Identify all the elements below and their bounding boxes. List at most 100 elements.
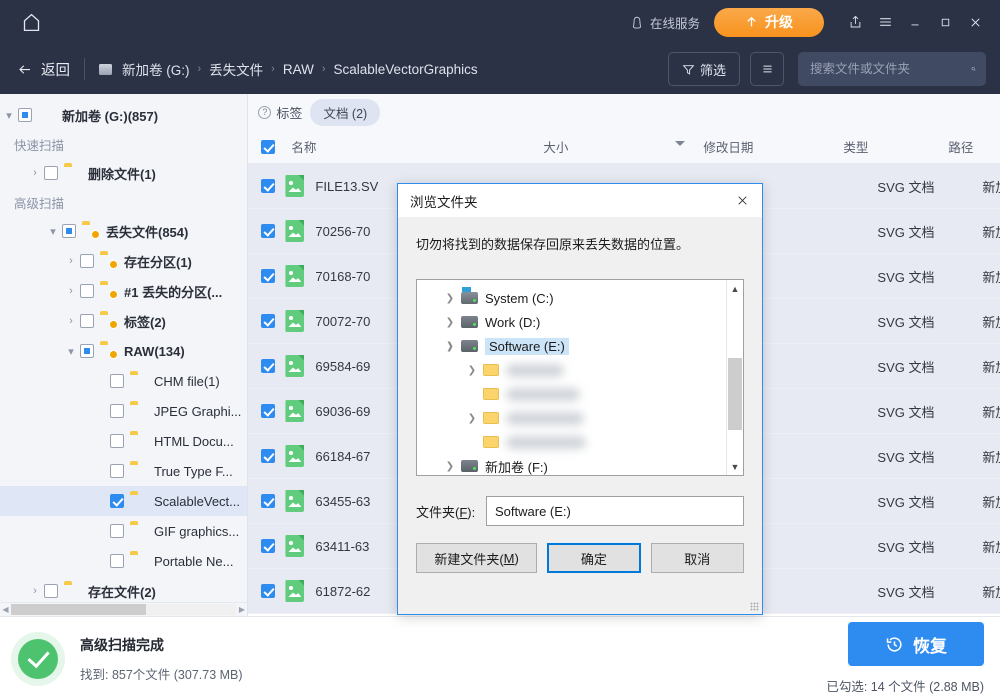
tree-node-deleted-files[interactable]: › 删除文件(1) bbox=[0, 158, 247, 188]
resize-grip-icon[interactable] bbox=[750, 602, 759, 611]
question-icon[interactable]: ? bbox=[258, 106, 271, 119]
checkbox-lost-partition[interactable] bbox=[80, 284, 94, 298]
scroll-right-icon[interactable]: ▶ bbox=[236, 605, 247, 614]
tree-node-existing-partition[interactable]: › 存在分区(1) bbox=[0, 246, 247, 276]
new-folder-button[interactable]: 新建文件夹(M) bbox=[416, 543, 537, 573]
tree-node-existing-files[interactable]: › 存在文件(2) bbox=[0, 576, 247, 602]
chevron-down-icon[interactable]: ▾ bbox=[44, 225, 62, 238]
tree-node-lost-files[interactable]: ▾ 丢失文件(854) bbox=[0, 216, 247, 246]
checkbox-lost-files[interactable] bbox=[62, 224, 76, 238]
checkbox-png[interactable] bbox=[110, 554, 124, 568]
scrollbar-thumb[interactable] bbox=[11, 604, 146, 615]
breadcrumb-item-2[interactable]: RAW bbox=[279, 60, 318, 79]
breadcrumb-item-1[interactable]: 丢失文件 bbox=[205, 57, 267, 81]
tree-node-chm[interactable]: CHM file(1) bbox=[0, 366, 247, 396]
folder-node-redacted-3[interactable]: ❯ bbox=[417, 406, 743, 430]
chevron-right-icon[interactable]: ❯ bbox=[461, 413, 483, 424]
folder-node-work-d[interactable]: ❯ Work (D:) bbox=[417, 310, 743, 334]
chevron-right-icon[interactable]: › bbox=[62, 285, 80, 297]
tree-node-jpeg[interactable]: JPEG Graphi... bbox=[0, 396, 247, 426]
select-all-checkbox[interactable] bbox=[261, 140, 275, 154]
tree-node-html[interactable]: HTML Docu... bbox=[0, 426, 247, 456]
row-checkbox[interactable] bbox=[261, 404, 275, 418]
search-icon[interactable] bbox=[971, 61, 976, 77]
checkbox-deleted-files[interactable] bbox=[44, 166, 58, 180]
chevron-down-icon[interactable]: ▾ bbox=[0, 109, 18, 122]
row-checkbox[interactable] bbox=[261, 224, 275, 238]
row-checkbox[interactable] bbox=[261, 584, 275, 598]
scrollbar-track[interactable] bbox=[11, 604, 236, 615]
tab-documents[interactable]: 文档 (2) bbox=[310, 99, 380, 126]
cancel-button[interactable]: 取消 bbox=[651, 543, 744, 573]
chevron-down-icon[interactable]: ▾ bbox=[62, 345, 80, 358]
scrollbar-thumb[interactable] bbox=[728, 358, 742, 430]
folder-node-volume-f[interactable]: ❯ 新加卷 (F:) bbox=[417, 454, 743, 476]
tree-node-gif[interactable]: GIF graphics... bbox=[0, 516, 247, 546]
chevron-right-icon[interactable]: › bbox=[62, 255, 80, 267]
column-header-size[interactable]: 大小 bbox=[543, 137, 703, 156]
tree-node-root[interactable]: ▾ 新加卷 (G:)(857) bbox=[0, 100, 247, 130]
row-checkbox[interactable] bbox=[261, 494, 275, 508]
scroll-up-icon[interactable]: ▲ bbox=[727, 280, 743, 297]
ok-button[interactable]: 确定 bbox=[547, 543, 640, 573]
checkbox-html[interactable] bbox=[110, 434, 124, 448]
search-box[interactable] bbox=[798, 52, 986, 86]
minimize-button[interactable] bbox=[900, 7, 930, 37]
checkbox-jpeg[interactable] bbox=[110, 404, 124, 418]
row-checkbox[interactable] bbox=[261, 269, 275, 283]
folder-node-redacted-2[interactable] bbox=[417, 382, 743, 406]
tree-node-truetype[interactable]: True Type F... bbox=[0, 456, 247, 486]
chevron-right-icon[interactable]: › bbox=[26, 167, 44, 179]
checkbox-tags[interactable] bbox=[80, 314, 94, 328]
chevron-down-icon[interactable]: ❱ bbox=[439, 341, 461, 352]
share-icon[interactable] bbox=[840, 7, 870, 37]
chevron-right-icon[interactable]: ❯ bbox=[461, 365, 483, 376]
row-checkbox[interactable] bbox=[261, 449, 275, 463]
online-service-button[interactable]: 在线服务 bbox=[630, 13, 700, 32]
chevron-right-icon[interactable]: › bbox=[62, 315, 80, 327]
column-header-name[interactable]: 名称 bbox=[281, 137, 543, 156]
column-header-path[interactable]: 路径 bbox=[948, 137, 1000, 156]
chevron-right-icon[interactable]: ❯ bbox=[439, 317, 461, 328]
upgrade-button[interactable]: 升级 bbox=[714, 8, 824, 37]
tree-node-raw[interactable]: ▾ RAW(134) bbox=[0, 336, 247, 366]
filter-button[interactable]: 筛选 bbox=[668, 52, 740, 86]
checkbox-truetype[interactable] bbox=[110, 464, 124, 478]
tree-node-tags[interactable]: › 标签(2) bbox=[0, 306, 247, 336]
search-input[interactable] bbox=[810, 62, 971, 76]
sort-descending-icon[interactable] bbox=[675, 141, 685, 146]
chevron-right-icon[interactable]: › bbox=[26, 585, 44, 597]
column-header-type[interactable]: 类型 bbox=[843, 137, 948, 156]
checkbox-gif[interactable] bbox=[110, 524, 124, 538]
breadcrumb-item-3[interactable]: ScalableVectorGraphics bbox=[330, 60, 482, 79]
view-list-button[interactable] bbox=[750, 52, 784, 86]
checkbox-existing-partition[interactable] bbox=[80, 254, 94, 268]
folder-node-redacted-1[interactable]: ❯ bbox=[417, 358, 743, 382]
row-checkbox[interactable] bbox=[261, 539, 275, 553]
folder-node-redacted-4[interactable] bbox=[417, 430, 743, 454]
checkbox-existing-files[interactable] bbox=[44, 584, 58, 598]
chevron-right-icon[interactable]: ❯ bbox=[439, 293, 461, 304]
dialog-tree-scrollbar[interactable]: ▲ ▼ bbox=[726, 280, 743, 475]
tree-node-scalablevector[interactable]: ScalableVect... bbox=[0, 486, 247, 516]
folder-tree-box[interactable]: ❯ System (C:) ❯ Work (D:) ❱ Software (E:… bbox=[416, 279, 744, 476]
scroll-down-icon[interactable]: ▼ bbox=[727, 458, 743, 475]
row-checkbox[interactable] bbox=[261, 359, 275, 373]
maximize-button[interactable] bbox=[930, 7, 960, 37]
row-checkbox[interactable] bbox=[261, 314, 275, 328]
checkbox-scalablevector[interactable] bbox=[110, 494, 124, 508]
scroll-left-icon[interactable]: ◀ bbox=[0, 605, 11, 614]
home-icon[interactable] bbox=[14, 7, 48, 37]
column-header-date[interactable]: 修改日期 bbox=[703, 137, 843, 156]
recover-button[interactable]: 恢复 bbox=[848, 622, 984, 666]
folder-node-software-e[interactable]: ❱ Software (E:) bbox=[417, 334, 743, 358]
sidebar-horizontal-scrollbar[interactable]: ◀ ▶ bbox=[0, 602, 247, 616]
chevron-right-icon[interactable]: ❯ bbox=[439, 461, 461, 472]
menu-icon[interactable] bbox=[870, 7, 900, 37]
tree-node-lost-partition[interactable]: › #1 丢失的分区(... bbox=[0, 276, 247, 306]
dialog-close-button[interactable] bbox=[722, 184, 762, 217]
checkbox-root[interactable] bbox=[18, 108, 32, 122]
folder-path-input[interactable]: Software (E:) bbox=[486, 496, 744, 526]
back-button[interactable]: 返回 bbox=[16, 59, 70, 80]
folder-node-system-c[interactable]: ❯ System (C:) bbox=[417, 286, 743, 310]
